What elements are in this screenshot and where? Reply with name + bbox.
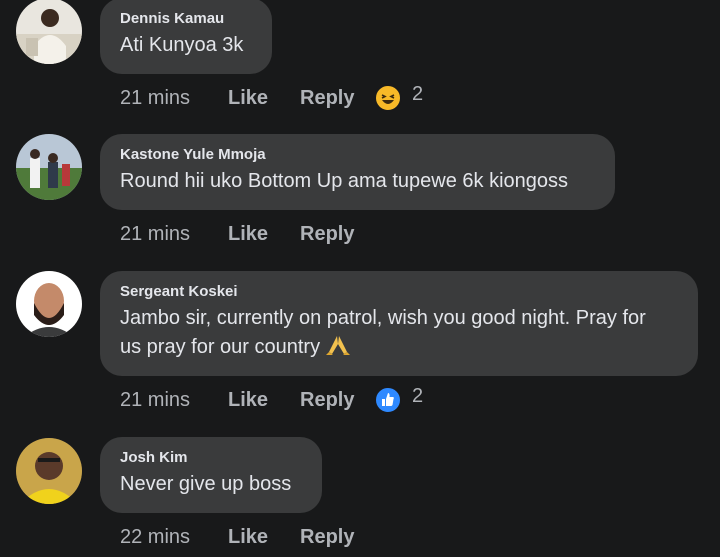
haha-emoji-icon: [374, 84, 402, 112]
reply-button[interactable]: Reply: [300, 223, 374, 246]
comment-actions: 22 mins Like Reply: [120, 522, 374, 552]
comment-bubble: Kastone Yule Mmoja Round hii uko Bottom …: [100, 134, 615, 210]
comment-author[interactable]: Josh Kim: [120, 449, 302, 467]
comment-bubble: Sergeant Koskei Jambo sir, currently on …: [100, 271, 698, 376]
comment-text-line: Jambo sir, currently on patrol, wish you…: [120, 307, 646, 329]
reply-button[interactable]: Reply: [300, 87, 374, 110]
avatar[interactable]: [16, 134, 82, 200]
reaction-summary[interactable]: 2: [374, 384, 424, 414]
reaction-count: 2: [412, 384, 424, 407]
like-button[interactable]: Like: [228, 389, 300, 412]
avatar[interactable]: [16, 438, 82, 504]
comment-bubble: Josh Kim Never give up boss: [100, 437, 322, 513]
comment-timestamp[interactable]: 21 mins: [120, 389, 228, 412]
reaction-summary[interactable]: 2: [374, 82, 424, 112]
comment-text: Round hii uko Bottom Up ama tupewe 6k ki…: [120, 170, 569, 192]
comment-author[interactable]: Sergeant Koskei: [120, 283, 678, 301]
comment-text-line: us pray for our country: [120, 336, 321, 358]
comment-actions: 21 mins Like Reply 2: [120, 83, 423, 113]
like-button[interactable]: Like: [228, 526, 300, 549]
thumbs-up-icon: [374, 386, 402, 414]
comment-author[interactable]: Dennis Kamau: [120, 10, 252, 28]
avatar[interactable]: [16, 271, 82, 337]
comment-timestamp[interactable]: 21 mins: [120, 87, 228, 110]
comment-author[interactable]: Kastone Yule Mmoja: [120, 146, 595, 164]
comment-actions: 21 mins Like Reply: [120, 219, 374, 249]
comment-text: Never give up boss: [120, 473, 292, 495]
comment-text: Jambo sir, currently on patrol, wish you…: [120, 304, 678, 362]
reply-button[interactable]: Reply: [300, 526, 374, 549]
comment-timestamp[interactable]: 21 mins: [120, 223, 228, 246]
comment-text: Ati Kunyoa 3k: [120, 34, 244, 56]
comment-timestamp[interactable]: 22 mins: [120, 526, 228, 549]
like-button[interactable]: Like: [228, 87, 300, 110]
reply-button[interactable]: Reply: [300, 389, 374, 412]
reaction-count: 2: [412, 82, 424, 105]
avatar[interactable]: [16, 0, 82, 64]
folded-hands-icon: [326, 334, 351, 356]
comment-actions: 21 mins Like Reply 2: [120, 385, 423, 415]
comment-bubble: Dennis Kamau Ati Kunyoa 3k: [100, 0, 272, 74]
like-button[interactable]: Like: [228, 223, 300, 246]
